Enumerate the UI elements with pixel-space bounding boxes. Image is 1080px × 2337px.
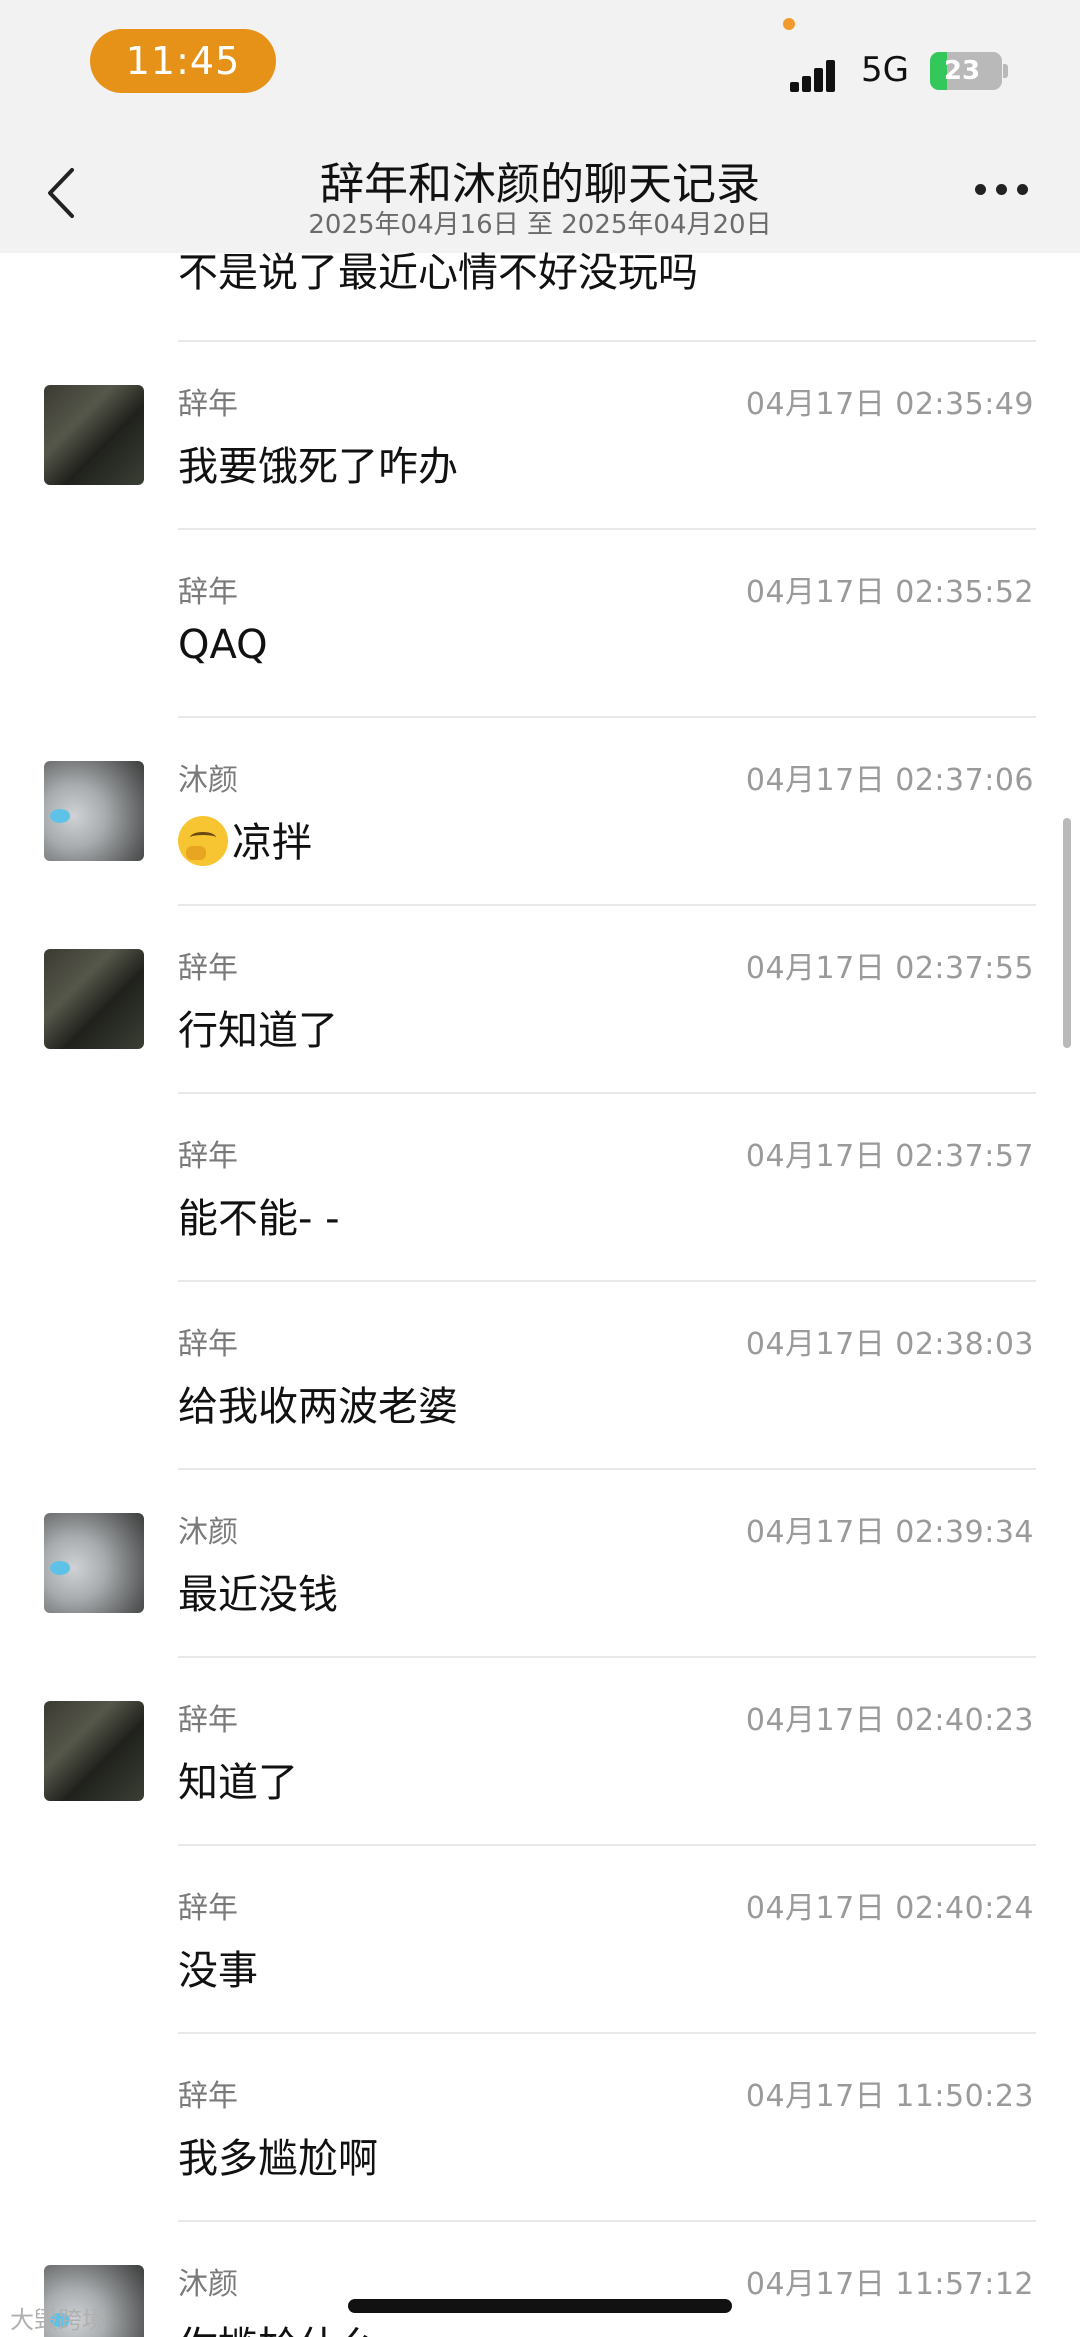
message-time: 04月17日 02:35:49: [745, 387, 1034, 422]
chat-history-header: 辞年和沐颜的聊天记录 2025年04月16日 至 2025年04月20日: [0, 140, 1080, 253]
message-text: 我要饿死了咋办: [178, 444, 458, 490]
sender-name: 辞年: [178, 1891, 238, 1926]
message-text: 能不能- -: [178, 1196, 340, 1242]
message-time: 04月17日 02:39:34: [745, 1515, 1034, 1550]
list-item[interactable]: 辞年 04月17日 11:50:23 我多尴尬啊: [0, 2034, 1080, 2222]
message-time: 04月17日 02:40:23: [745, 1703, 1034, 1738]
avatar[interactable]: [44, 1513, 144, 1613]
message-time: 04月17日 02:40:24: [745, 1891, 1034, 1926]
list-item[interactable]: 辞年 04月17日 02:37:57 能不能- -: [0, 1094, 1080, 1282]
list-item[interactable]: 辞年 04月17日 02:37:55 行知道了: [0, 906, 1080, 1094]
avatar[interactable]: [44, 949, 144, 1049]
message-text: 知道了: [178, 1760, 298, 1806]
sender-name: 辞年: [178, 575, 238, 610]
list-item[interactable]: 沐颜 04月17日 02:37:06 凉拌: [0, 718, 1080, 906]
list-item: 不是说了最近心情不好没玩吗: [0, 253, 1080, 342]
status-bar: 11:45 5G 23: [0, 0, 1080, 140]
message-content: 凉拌: [178, 810, 312, 868]
list-item[interactable]: 沐颜 04月17日 02:39:34 最近没钱: [0, 1470, 1080, 1658]
page-title: 辞年和沐颜的聊天记录: [320, 159, 760, 210]
message-time: 04月17日 02:38:03: [745, 1327, 1034, 1362]
sender-name: 辞年: [178, 1703, 238, 1738]
message-time: 04月17日 02:37:06: [745, 763, 1034, 798]
network-type: 5G: [861, 50, 909, 90]
home-indicator[interactable]: [348, 2299, 732, 2313]
message-text: 最近没钱: [178, 1572, 338, 1618]
message-text: QAQ: [178, 622, 268, 668]
list-item[interactable]: 辞年 04月17日 02:40:23 知道了: [0, 1658, 1080, 1846]
message-text: 我多尴尬啊: [178, 2136, 378, 2182]
more-options-icon[interactable]: [975, 184, 1028, 195]
message-time: 04月17日 11:57:12: [745, 2267, 1034, 2302]
avatar[interactable]: [44, 385, 144, 485]
date-range: 2025年04月16日 至 2025年04月20日: [308, 210, 772, 240]
avatar[interactable]: [44, 761, 144, 861]
battery-level: 23: [943, 56, 981, 86]
thinking-face-icon: [178, 816, 228, 866]
message-text: 凉拌: [232, 820, 312, 866]
sender-name: 辞年: [178, 951, 238, 986]
message-list[interactable]: 不是说了最近心情不好没玩吗 辞年 04月17日 02:35:49 我要饿死了咋办…: [0, 253, 1080, 2337]
watermark: 大毁跨境: [10, 2306, 106, 2334]
sender-name: 沐颜: [178, 2267, 238, 2302]
list-item[interactable]: 辞年 04月17日 02:35:49 我要饿死了咋办: [0, 342, 1080, 530]
message-time: 04月17日 02:37:55: [745, 951, 1034, 986]
message-time: 04月17日 11:50:23: [745, 2079, 1034, 2114]
sender-name: 沐颜: [178, 763, 238, 798]
signal-strength-icon: [790, 56, 844, 92]
battery-cap: [1003, 64, 1008, 78]
message-time: 04月17日 02:37:57: [745, 1139, 1034, 1174]
message-text: 给我收两波老婆: [178, 1384, 458, 1430]
message-text: 你尴尬什么: [178, 2314, 378, 2337]
message-text: 没事: [178, 1948, 258, 1994]
sender-name: 辞年: [178, 1327, 238, 1362]
privacy-indicator-dot: [783, 18, 795, 30]
sender-name: 辞年: [178, 2079, 238, 2114]
list-item[interactable]: 辞年 04月17日 02:40:24 没事: [0, 1846, 1080, 2034]
sender-name: 沐颜: [178, 1515, 238, 1550]
message-text: 行知道了: [178, 1008, 338, 1054]
message-text: 不是说了最近心情不好没玩吗: [178, 250, 698, 296]
list-item[interactable]: 辞年 04月17日 02:35:52 QAQ: [0, 530, 1080, 718]
sender-name: 辞年: [178, 1139, 238, 1174]
message-time: 04月17日 02:35:52: [745, 575, 1034, 610]
status-time[interactable]: 11:45: [90, 29, 276, 93]
scrollbar[interactable]: [1063, 818, 1071, 1048]
sender-name: 辞年: [178, 387, 238, 422]
battery-icon: 23: [930, 52, 1002, 90]
list-item[interactable]: 辞年 04月17日 02:38:03 给我收两波老婆: [0, 1282, 1080, 1470]
list-item[interactable]: 沐颜 04月17日 11:57:12 你尴尬什么: [0, 2222, 1080, 2337]
avatar[interactable]: [44, 1701, 144, 1801]
